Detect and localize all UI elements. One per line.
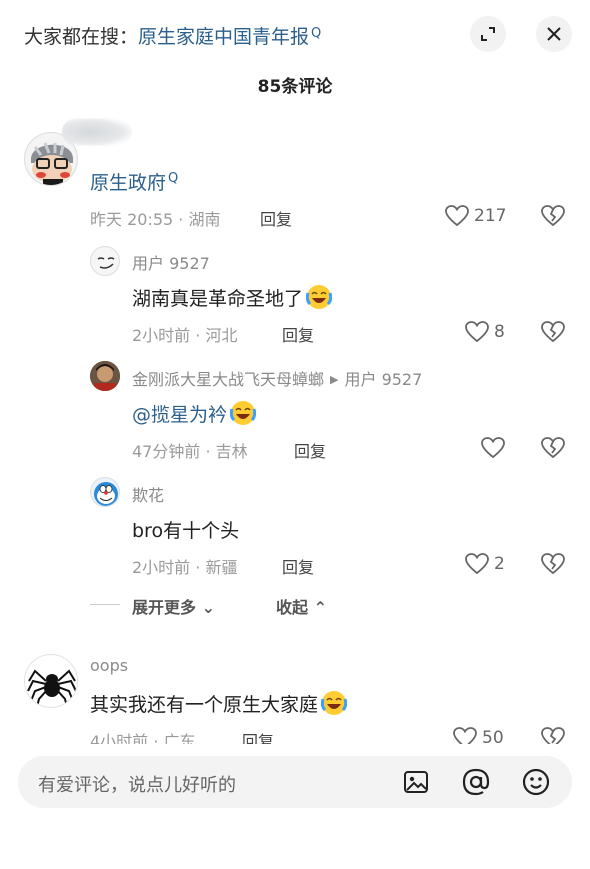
comment-count: 85条评论 [257,77,333,97]
laughing-crying-emoji [230,401,257,425]
reply-meta: 47分钟前 · 吉林 [132,442,248,461]
laughing-crying-emoji [306,285,333,309]
search-q-icon: Q [168,171,179,186]
minimize-button[interactable] [470,16,506,52]
dislike-button[interactable] [540,436,566,464]
reply-username-line: 金刚派大星大战飞天母蟑螂 ▶ 用户 9527 [132,366,422,390]
reply-to-username[interactable]: 用户 9527 [344,370,422,389]
like-button[interactable]: 8 [464,320,505,344]
like-count: 217 [474,206,507,226]
reply-arrow-icon: ▶ [330,373,339,386]
collapse-button[interactable]: 收起 ⌃ [276,594,327,618]
comment-input-placeholder: 有爱评论，说点儿好听的 [38,775,236,796]
reply-text: @揽星为衿 [132,400,257,427]
collapse-label: 收起 [276,598,309,617]
reply-username[interactable]: 金刚派大星大战飞天母蟑螂 [132,370,324,389]
chevron-down-icon: ⌄ [196,598,215,617]
image-button[interactable] [400,766,432,798]
broken-heart-icon [541,553,565,575]
close-icon [547,27,561,41]
broken-heart-icon [541,437,565,459]
expand-more-label: 展开更多 [132,598,197,617]
smirk-face-image [97,257,115,269]
like-button[interactable] [480,436,510,460]
broken-heart-icon [541,205,565,227]
broken-heart-icon [541,321,565,343]
blurred-username [62,118,132,146]
doraemon-avatar-image [94,482,118,506]
dislike-button[interactable] [540,552,566,580]
like-count: 8 [494,322,505,342]
like-button[interactable]: 217 [444,204,506,228]
image-icon [404,771,428,793]
search-q-icon: Q [311,26,322,41]
chevron-up-icon: ⌃ [308,598,327,617]
reply-button[interactable]: 回复 [282,554,314,578]
emoji-button[interactable] [520,766,552,798]
reply-meta: 2小时前 · 新疆 [132,558,238,577]
comment-text-content: 其实我还有一个原生大家庭 [90,694,319,716]
close-button[interactable] [536,16,572,52]
like-count: 2 [494,554,505,574]
reply-text: 湖南真是革命圣地了 [132,284,333,311]
reply-username[interactable]: 用户 9527 [132,250,210,274]
reply-meta: 2小时前 · 河北 [132,326,238,345]
heart-outline-icon [445,205,469,227]
smiley-icon [522,768,550,796]
search-prefix: 大家都在搜： [24,26,139,48]
laughing-crying-emoji [321,691,348,715]
comment-text-content[interactable]: 原生政府 [90,172,166,194]
reply-text: bro有十个头 [132,520,240,542]
avatar[interactable] [90,477,120,507]
reply-button[interactable]: 回复 [260,206,292,230]
reply-text-content: 湖南真是革命圣地了 [132,288,304,310]
comment-username[interactable]: oops [90,656,128,675]
reply-username[interactable]: 欺花 [132,482,164,506]
spider-avatar-image [27,669,77,707]
like-button[interactable]: 2 [464,552,505,576]
at-icon [462,768,490,796]
comment-text[interactable]: 原生政府 Q [90,168,178,195]
mention-button[interactable] [460,766,492,798]
avatar[interactable] [24,654,78,708]
search-topic-link[interactable]: 原生家庭中国青年报 [138,26,309,48]
heart-outline-icon [465,321,489,343]
reply-button[interactable]: 回复 [294,438,326,462]
dislike-button[interactable] [540,204,566,232]
heart-outline-icon [481,437,505,459]
dislike-button[interactable] [540,320,566,348]
search-suggestion[interactable]: 大家都在搜：原生家庭中国青年报 Q [24,22,321,49]
expand-more-button[interactable]: 展开更多 ⌄ [132,594,215,618]
heart-outline-icon [465,553,489,575]
avatar[interactable] [90,246,120,276]
thread-divider [90,604,120,605]
reply-button[interactable]: 回复 [282,322,314,346]
comment-meta: 昨天 20:55 · 湖南 [90,210,221,229]
photo-avatar-image [90,361,120,391]
minimize-icon [481,27,495,41]
mention-link[interactable]: @揽星为衿 [132,404,227,426]
avatar[interactable] [90,361,120,391]
comment-text: 其实我还有一个原生大家庭 [90,690,348,717]
top-bar: 大家都在搜：原生家庭中国青年报 Q [0,0,590,70]
